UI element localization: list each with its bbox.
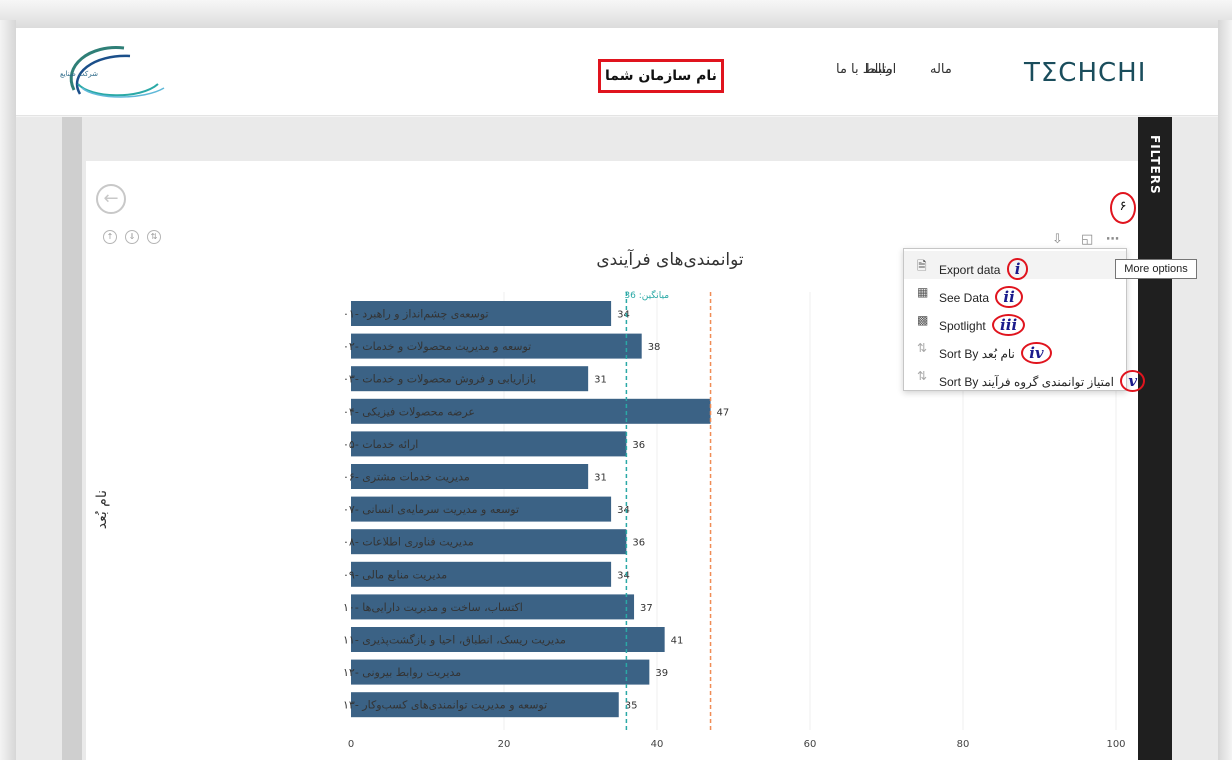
export-icon: 🗎: [917, 259, 927, 273]
category-label: بازاریابی و فروش محصولات و خدمات -۰۳: [343, 373, 536, 386]
menu-item-spotlight[interactable]: ▩ Spotlight iii: [904, 307, 1126, 336]
more-options-tooltip: More options: [1115, 259, 1197, 279]
screenshot-frame: شرکت صنایع پتروشیمی خلیج فارس ارتباط با …: [0, 0, 1232, 760]
bar-value-label: 39: [655, 668, 668, 679]
bar-value-label: 34: [617, 505, 630, 516]
see-data-icon: ▦: [917, 285, 929, 299]
menu-label-export: Export data: [939, 263, 1001, 277]
menu-label-sort-score: Sort By امتیاز توانمندی گروه فرآیند: [939, 375, 1114, 389]
category-label: توسعه و مدیریت توانمندی‌های کسب‌وکار -۱۳: [343, 699, 547, 712]
x-tick-label: 0: [348, 739, 354, 750]
bar-value-label: 37: [640, 603, 653, 614]
bar-value-label: 36: [632, 538, 645, 549]
reference-line-label: میانگین: 36: [624, 289, 669, 301]
category-label: مدیریت ریسک، انطباق، احیا و بازگشت‌پذیری…: [343, 634, 566, 647]
menu-item-see-data[interactable]: ▦ See Data ii: [904, 279, 1126, 308]
menu-item-sort-by-score[interactable]: ⇅ Sort By امتیاز توانمندی گروه فرآیند v: [904, 363, 1146, 392]
marker-ii: ii: [995, 286, 1023, 308]
category-label: عرضه محصولات فیزیکی -۰۴: [343, 405, 475, 418]
category-label: توسعه و مدیریت محصولات و خدمات -۰۲: [343, 340, 531, 353]
bar-value-label: 31: [594, 473, 607, 484]
spotlight-icon: ▩: [917, 313, 929, 327]
more-options-menu: 🗎 Export data i ▦ See Data ii ▩ Spotligh…: [903, 248, 1146, 392]
menu-label-sort-dimension: Sort By نام بُعد: [939, 347, 1015, 361]
sort-icon: ⇅: [917, 341, 928, 355]
category-label: اکتساب، ساخت و مدیریت دارایی‌ها -۱۰: [343, 601, 523, 614]
category-label: مدیریت خدمات مشتری -۰۶: [343, 471, 470, 484]
bar-value-label: 38: [648, 342, 661, 353]
bar-value-label: 31: [594, 375, 607, 386]
marker-iii: iii: [992, 314, 1026, 336]
menu-item-export-data[interactable]: 🗎 Export data i: [904, 251, 1126, 280]
menu-label-spotlight: Spotlight: [939, 319, 986, 333]
bar-value-label: 34: [617, 570, 630, 581]
marker-v: v: [1120, 370, 1146, 392]
marker-iv: iv: [1021, 342, 1052, 364]
category-label: ارائه خدمات -۰۵: [343, 438, 418, 451]
bar-value-label: 41: [671, 636, 684, 647]
category-label: توسعه‌ی چشم‌انداز و راهبرد -۰۱: [343, 308, 489, 321]
category-label: مدیریت فناوری اطلاعات -۰۸: [343, 536, 474, 549]
x-tick-label: 80: [957, 739, 970, 750]
category-label: توسعه و مدیریت سرمایه‌ی انسانی -۰۷: [343, 503, 519, 516]
bar-value-label: 36: [632, 440, 645, 451]
category-label: مدیریت روابط بیرونی -۱۲: [343, 666, 461, 679]
x-tick-label: 20: [498, 739, 511, 750]
x-tick-label: 40: [651, 739, 664, 750]
menu-label-see-data: See Data: [939, 291, 990, 305]
bar-value-label: 47: [717, 407, 730, 418]
x-tick-label: 100: [1106, 739, 1125, 750]
bar-value-label: 34: [617, 310, 630, 321]
x-tick-label: 60: [804, 739, 817, 750]
marker-i: i: [1006, 258, 1029, 280]
sort-icon: ⇅: [917, 369, 928, 383]
menu-item-sort-by-dimension[interactable]: ⇅ Sort By نام بُعد iv: [904, 335, 1126, 364]
category-label: مدیریت منابع مالی -۰۹: [343, 568, 447, 581]
